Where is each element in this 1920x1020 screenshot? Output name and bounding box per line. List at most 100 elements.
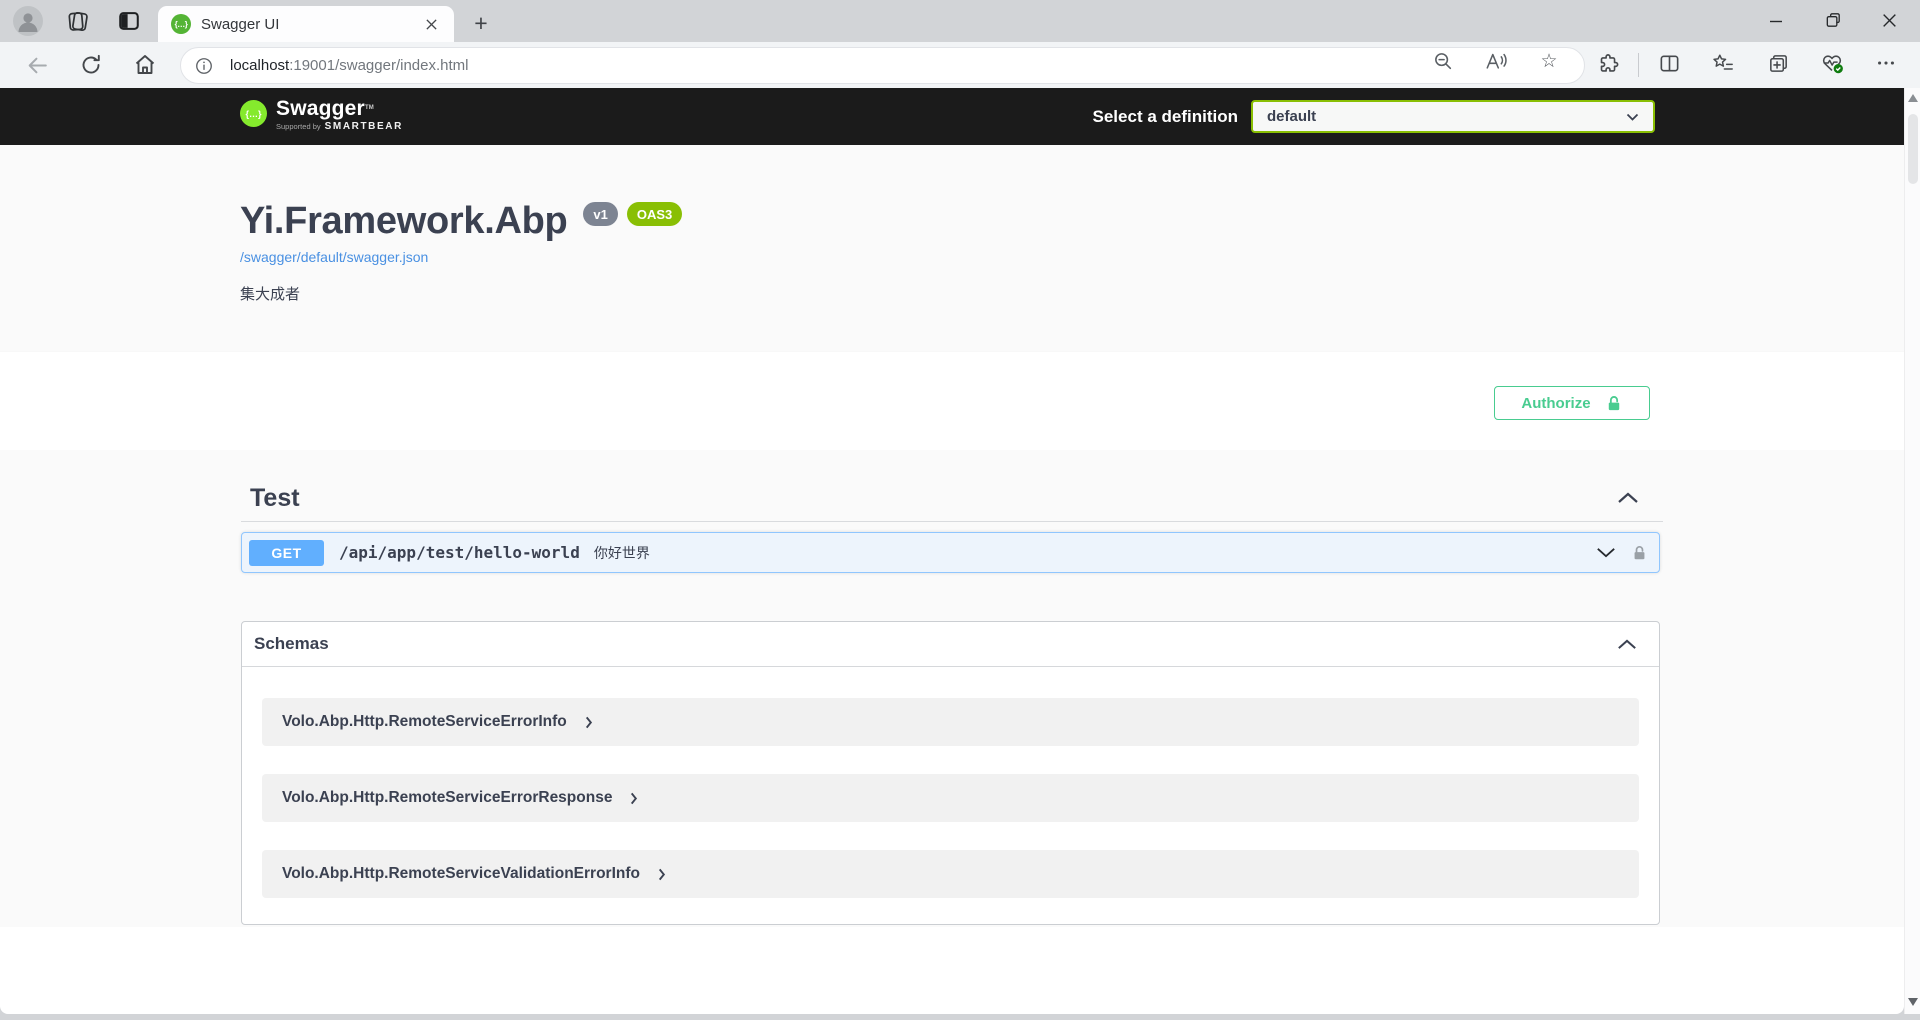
swagger-logo: {…} SwaggerTM Supported by SMARTBEAR [240, 97, 403, 132]
method-badge: GET [249, 540, 324, 566]
tab-title: Swagger UI [201, 16, 420, 33]
essentials-glyph [1820, 52, 1844, 75]
api-title: Yi.Framework.Abp [240, 198, 567, 244]
collections-glyph [1767, 52, 1790, 75]
new-tab-button[interactable]: + [466, 9, 496, 37]
unlock-icon [1605, 394, 1623, 413]
restore-icon [1824, 11, 1843, 30]
tab-close-icon[interactable] [420, 13, 442, 35]
definition-select[interactable]: default [1251, 100, 1655, 133]
spec-json-link[interactable]: /swagger/default/swagger.json [240, 249, 428, 265]
operation-get-hello-world[interactable]: GET /api/app/test/hello-world 你好世界 [241, 532, 1660, 573]
model-name: Volo.Abp.Http.RemoteServiceErrorResponse [282, 789, 612, 807]
swagger-topbar: {…} SwaggerTM Supported by SMARTBEAR Sel… [0, 88, 1904, 145]
browser-toolbar: localhost:19001/swagger/index.html ☆ [0, 42, 1920, 88]
browser-window: {…} Swagger UI + [0, 0, 1920, 1020]
read-aloud-icon[interactable] [1484, 49, 1508, 73]
zoom-out-icon[interactable] [1431, 49, 1455, 73]
address-bar[interactable]: localhost:19001/swagger/index.html [180, 47, 1585, 84]
workspaces-icon[interactable] [62, 7, 92, 35]
operation-summary: 你好世界 [594, 543, 650, 563]
oas3-badge: OAS3 [627, 202, 682, 226]
logo-subtitle: Supported by SMARTBEAR [276, 121, 403, 132]
extensions-icon[interactable] [1596, 51, 1620, 75]
browser-tab[interactable]: {…} Swagger UI [158, 6, 454, 42]
swagger-page: Yi.Framework.Abp v1 OAS3 /swagger/defaul… [0, 145, 1904, 1014]
settings-ellipsis-icon[interactable] [1874, 51, 1898, 75]
model-name: Volo.Abp.Http.RemoteServiceValidationErr… [282, 865, 640, 883]
profile-avatar-icon [13, 6, 43, 36]
model-row-remote-service-error-response[interactable]: Volo.Abp.Http.RemoteServiceErrorResponse [262, 774, 1639, 822]
page-info-icon[interactable] [194, 56, 214, 76]
supported-by-text: Supported by [276, 122, 321, 131]
scheme-container: Authorize [0, 352, 1904, 450]
split-screen-icon[interactable] [1657, 51, 1681, 75]
back-icon [25, 53, 50, 78]
url-text: localhost:19001/swagger/index.html [230, 57, 468, 74]
operation-path: /api/app/test/hello-world [339, 543, 580, 562]
close-icon [1881, 12, 1898, 29]
swagger-wordmark: SwaggerTM [276, 97, 403, 120]
tab-actions-glyph [117, 9, 141, 33]
read-aloud-glyph [1484, 50, 1508, 72]
select-definition-label: Select a definition [1093, 107, 1238, 127]
smartbear-text: SMARTBEAR [325, 121, 403, 132]
model-name: Volo.Abp.Http.RemoteServiceErrorInfo [282, 713, 567, 731]
chevron-up-icon[interactable] [1617, 492, 1639, 504]
toolbar-divider [1638, 53, 1639, 77]
home-button[interactable] [129, 49, 161, 81]
page-scrollbar[interactable] [1904, 88, 1920, 1014]
favorites-bar-icon[interactable] [1711, 51, 1735, 75]
api-description: 集大成者 [240, 283, 300, 304]
tag-section-test[interactable]: Test [241, 475, 1663, 522]
back-button[interactable] [21, 49, 53, 81]
authorize-button[interactable]: Authorize [1494, 386, 1650, 420]
tab-actions-icon[interactable] [114, 7, 144, 35]
chevron-down-icon[interactable] [1596, 547, 1616, 558]
favorite-star-icon[interactable]: ☆ [1537, 49, 1561, 73]
browser-titlebar: {…} Swagger UI + [0, 0, 1920, 42]
scroll-down-arrow-icon[interactable] [1908, 998, 1918, 1006]
logo-tm: TM [365, 105, 374, 111]
operation-controls [1596, 544, 1648, 562]
favorites-list-glyph [1711, 52, 1735, 74]
restore-button[interactable] [1810, 0, 1856, 41]
url-path: :19001/swagger/index.html [289, 57, 468, 74]
model-row-remote-service-error-info[interactable]: Volo.Abp.Http.RemoteServiceErrorInfo [262, 698, 1639, 746]
split-screen-glyph [1658, 52, 1681, 75]
close-x-glyph [425, 18, 438, 31]
url-host: localhost [230, 57, 289, 74]
info-glyph [194, 56, 214, 76]
scroll-up-arrow-icon[interactable] [1908, 94, 1918, 102]
home-icon [133, 53, 157, 77]
magnifier-minus-glyph [1432, 50, 1454, 72]
model-row-remote-service-validation-error-info[interactable]: Volo.Abp.Http.RemoteServiceValidationErr… [262, 850, 1639, 898]
minimize-icon [1767, 12, 1785, 30]
minimize-button[interactable] [1753, 0, 1799, 41]
operations-section: Test GET /api/app/test/hello-world 你好世界 [0, 450, 1904, 927]
browser-essentials-icon[interactable] [1820, 51, 1844, 75]
close-button[interactable] [1866, 0, 1912, 41]
authorize-label: Authorize [1521, 395, 1590, 412]
chevron-up-icon[interactable] [1617, 639, 1637, 650]
star-glyph: ☆ [1540, 52, 1557, 71]
ellipsis-glyph [1875, 52, 1897, 74]
definition-select-group: Select a definition default [1093, 88, 1655, 145]
swagger-logo-text-block: SwaggerTM Supported by SMARTBEAR [276, 97, 403, 132]
chevron-right-icon [585, 716, 593, 729]
logo-word-text: Swagger [276, 97, 365, 120]
refresh-icon [79, 53, 103, 77]
refresh-button[interactable] [75, 49, 107, 81]
swagger-logo-icon: {…} [240, 100, 267, 127]
chevron-right-icon [658, 868, 666, 881]
lock-icon[interactable] [1631, 544, 1648, 562]
api-title-row: Yi.Framework.Abp v1 OAS3 [240, 198, 682, 244]
scrollbar-thumb[interactable] [1908, 114, 1918, 184]
schemas-header[interactable]: Schemas [242, 622, 1659, 667]
collections-icon[interactable] [1766, 51, 1790, 75]
swagger-favicon: {…} [171, 14, 191, 34]
tag-title: Test [250, 484, 300, 513]
chevron-down-icon [1626, 113, 1639, 121]
profile-avatar[interactable] [13, 6, 43, 36]
puzzle-glyph [1597, 52, 1620, 75]
